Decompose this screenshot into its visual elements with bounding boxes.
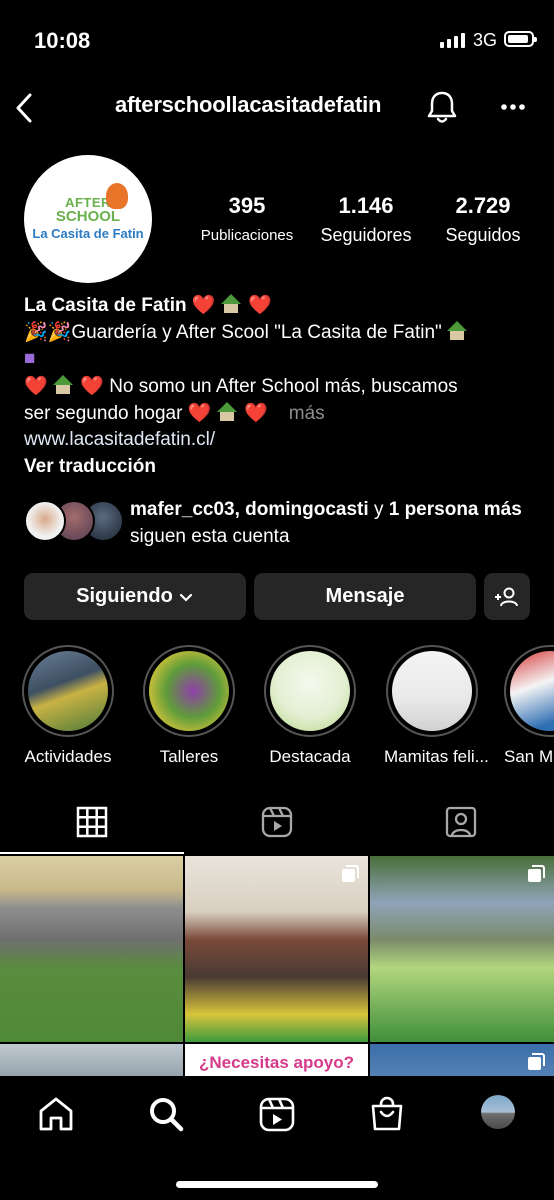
stat-posts-value: 395 xyxy=(228,193,266,218)
highlight-label: Mamitas feli... xyxy=(384,747,489,766)
profile-avatar-nav[interactable] xyxy=(481,1095,515,1129)
highlight-label: Talleres xyxy=(159,747,219,766)
translate-link[interactable]: Ver traducción xyxy=(24,454,544,480)
highlight-mamitas[interactable]: Mamitas feli... xyxy=(384,645,489,767)
highlight-cover-photo xyxy=(149,651,229,731)
grid-post-2[interactable] xyxy=(185,856,368,1042)
message-button[interactable]: Mensaje xyxy=(254,573,476,620)
shop-icon[interactable] xyxy=(367,1094,407,1134)
profile-name-line: La Casita de Fatin ❤️ ❤️ xyxy=(24,293,544,319)
highlight-label: Actividades xyxy=(24,747,112,766)
bio-line-3: ser segundo hogar ❤️ ❤️ más xyxy=(24,401,544,427)
status-bar: 10:08 3G xyxy=(0,0,554,80)
house-emoji-icon xyxy=(220,294,243,314)
following-button[interactable]: Siguiendo xyxy=(24,573,246,620)
highlight-ring xyxy=(264,645,356,737)
home-indicator xyxy=(176,1181,378,1188)
highlight-label: San M xyxy=(504,747,554,766)
followed-by-others[interactable]: 1 persona más xyxy=(389,499,522,520)
search-icon[interactable] xyxy=(146,1094,186,1134)
carousel-icon xyxy=(528,865,545,882)
highlight-cover-photo xyxy=(392,651,472,731)
party-popper-icon: 🎉🎉 xyxy=(24,322,72,343)
followed-by-and: y xyxy=(368,499,389,520)
bio-line-2: ❤️ ❤️ No somo un After School más, busca… xyxy=(24,374,544,400)
more-options-icon[interactable] xyxy=(496,90,532,124)
stat-followers-label: Seguidores xyxy=(320,225,412,245)
grid-tab-icon[interactable] xyxy=(75,804,109,840)
profile-username: afterschoollacasitadefatin xyxy=(115,92,382,117)
highlight-ring xyxy=(504,645,554,737)
logo-monster-icon xyxy=(106,183,128,209)
stat-following-label: Seguidos xyxy=(445,225,521,245)
following-button-label: Siguiendo xyxy=(76,585,173,607)
house-emoji-icon xyxy=(216,402,239,422)
stat-following[interactable]: 2.729 Seguidos xyxy=(430,193,536,246)
bio-text-2: No somo un After School más, buscamos xyxy=(109,376,458,397)
highlight-label: Destacada xyxy=(269,747,351,766)
heart-emoji-icon: ❤️ xyxy=(243,403,268,424)
highlight-san-m[interactable]: San M xyxy=(502,645,554,767)
highlight-talleres[interactable]: Talleres xyxy=(141,645,237,767)
highlight-ring xyxy=(143,645,235,737)
grid-post-1[interactable] xyxy=(0,856,183,1042)
signal-icon xyxy=(440,32,465,48)
highlight-cover-photo xyxy=(270,651,350,731)
followed-by-text[interactable]: mafer_cc03, domingocasti y 1 persona más… xyxy=(130,496,540,550)
reels-tab-icon[interactable] xyxy=(260,804,294,840)
add-person-icon xyxy=(495,587,518,606)
chevron-down-icon xyxy=(179,593,192,602)
active-tab-indicator xyxy=(0,852,184,854)
carousel-icon xyxy=(528,1053,545,1070)
highlight-cover-photo xyxy=(28,651,108,731)
back-arrow-icon[interactable] xyxy=(10,88,50,128)
followed-by-suffix: siguen esta cuenta xyxy=(130,526,290,547)
highlight-cover-photo xyxy=(510,651,554,731)
logo-text-school: SCHOOL xyxy=(55,208,121,225)
house-emoji-icon xyxy=(447,321,469,341)
stat-posts[interactable]: 395 Publicaciones xyxy=(192,193,302,244)
home-icon[interactable] xyxy=(36,1094,76,1134)
carousel-icon xyxy=(342,865,359,882)
heart-emoji-icon: ❤️ xyxy=(24,376,48,397)
highlight-destacada[interactable]: Destacada xyxy=(262,645,358,767)
stat-followers[interactable]: 1.146 Seguidores xyxy=(306,193,426,246)
stat-posts-label: Publicaciones xyxy=(200,227,294,244)
notification-bell-icon[interactable] xyxy=(424,88,460,126)
suggest-people-button[interactable] xyxy=(484,573,530,620)
grid-post-3[interactable] xyxy=(370,856,554,1042)
reels-icon[interactable] xyxy=(257,1094,297,1134)
follower-avatar-1[interactable] xyxy=(24,500,66,542)
stat-followers-value: 1.146 xyxy=(338,193,394,218)
status-time: 10:08 xyxy=(34,28,91,53)
heart-emoji-icon: ❤️ xyxy=(191,295,216,316)
profile-avatar[interactable]: AFTER SCHOOL La Casita de Fatin xyxy=(24,155,152,283)
alien-invader-icon: ■ xyxy=(24,348,36,369)
grid-post-caption: ¿Necesitas apoyo? xyxy=(199,1053,354,1072)
profile-name: La Casita de Fatin xyxy=(24,295,187,316)
message-button-label: Mensaje xyxy=(325,585,405,607)
house-emoji-icon xyxy=(52,375,75,395)
bio-more-link[interactable]: más xyxy=(289,403,325,424)
bio-text-1: Guardería y After Scool "La Casita de Fa… xyxy=(71,322,442,343)
heart-emoji-icon: ❤️ xyxy=(187,403,212,424)
followed-by-separator: , xyxy=(234,499,246,520)
followed-by-user-2[interactable]: domingocasti xyxy=(245,499,369,520)
highlight-ring xyxy=(386,645,478,737)
bio-text-3: ser segundo hogar xyxy=(24,403,183,424)
website-link[interactable]: www.lacasitadefatin.cl/ xyxy=(24,427,544,453)
highlight-actividades[interactable]: Actividades xyxy=(20,645,116,767)
network-type: 3G xyxy=(473,30,498,50)
bio-line-1: 🎉🎉Guardería y After Scool "La Casita de … xyxy=(24,320,544,372)
logo-text-name: La Casita de Fatin xyxy=(32,226,144,241)
heart-emoji-icon: ❤️ xyxy=(248,295,272,316)
stat-following-value: 2.729 xyxy=(455,193,511,218)
heart-emoji-icon: ❤️ xyxy=(80,376,104,397)
followed-by-user-1[interactable]: mafer_cc03 xyxy=(130,499,235,520)
tagged-tab-icon[interactable] xyxy=(444,804,478,840)
battery-icon xyxy=(504,31,537,47)
highlight-ring xyxy=(22,645,114,737)
